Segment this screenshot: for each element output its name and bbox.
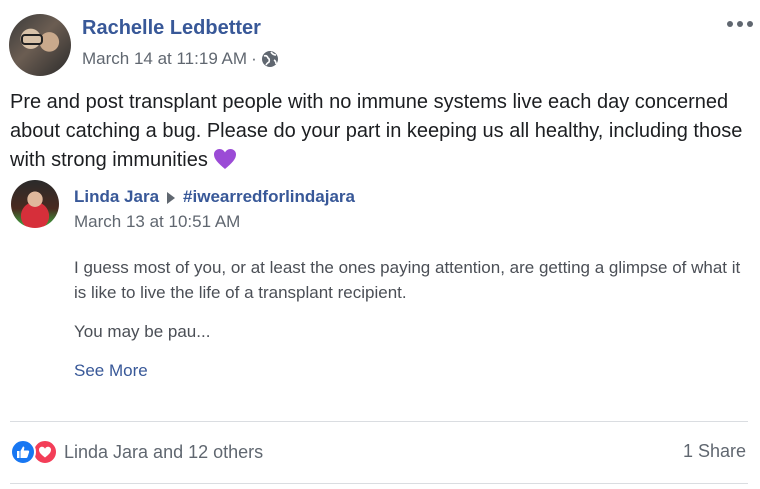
purple-heart-icon [213,148,237,170]
post-text: Pre and post transplant people with no i… [10,91,743,171]
shared-paragraph-1: I guess most of you, or at least the one… [74,258,741,302]
footer-divider [10,421,748,422]
post-body: Pre and post transplant people with no i… [10,88,750,175]
shared-author-avatar[interactable] [11,180,59,228]
share-count[interactable]: 1 Share [683,441,746,462]
reactions-text[interactable]: Linda Jara and 12 others [64,442,263,463]
author-avatar[interactable] [9,14,71,76]
like-icon [10,439,36,465]
shared-paragraph-2: You may be pau... [74,322,211,341]
shared-timestamp[interactable]: March 13 at 10:51 AM [74,212,240,232]
glasses-detail [21,34,43,45]
post-timestamp[interactable]: March 14 at 11:19 AM [82,49,247,69]
post-meta: March 14 at 11:19 AM · [82,49,279,69]
shared-post-header: Linda Jara #iwearredforlindajara [74,187,355,207]
caret-right-icon [165,190,177,204]
shared-target-link[interactable]: #iwearredforlindajara [183,187,355,207]
reactions-summary[interactable]: Linda Jara and 12 others [10,439,263,465]
bottom-divider [10,483,748,484]
see-more-link[interactable]: See More [74,361,148,381]
meta-separator: · [251,49,257,68]
facebook-post: Rachelle Ledbetter March 14 at 11:19 AM … [0,0,760,489]
author-name[interactable]: Rachelle Ledbetter [82,17,261,40]
more-options-icon[interactable] [727,16,753,32]
shared-author-name[interactable]: Linda Jara [74,187,159,207]
globe-icon[interactable] [261,50,279,68]
